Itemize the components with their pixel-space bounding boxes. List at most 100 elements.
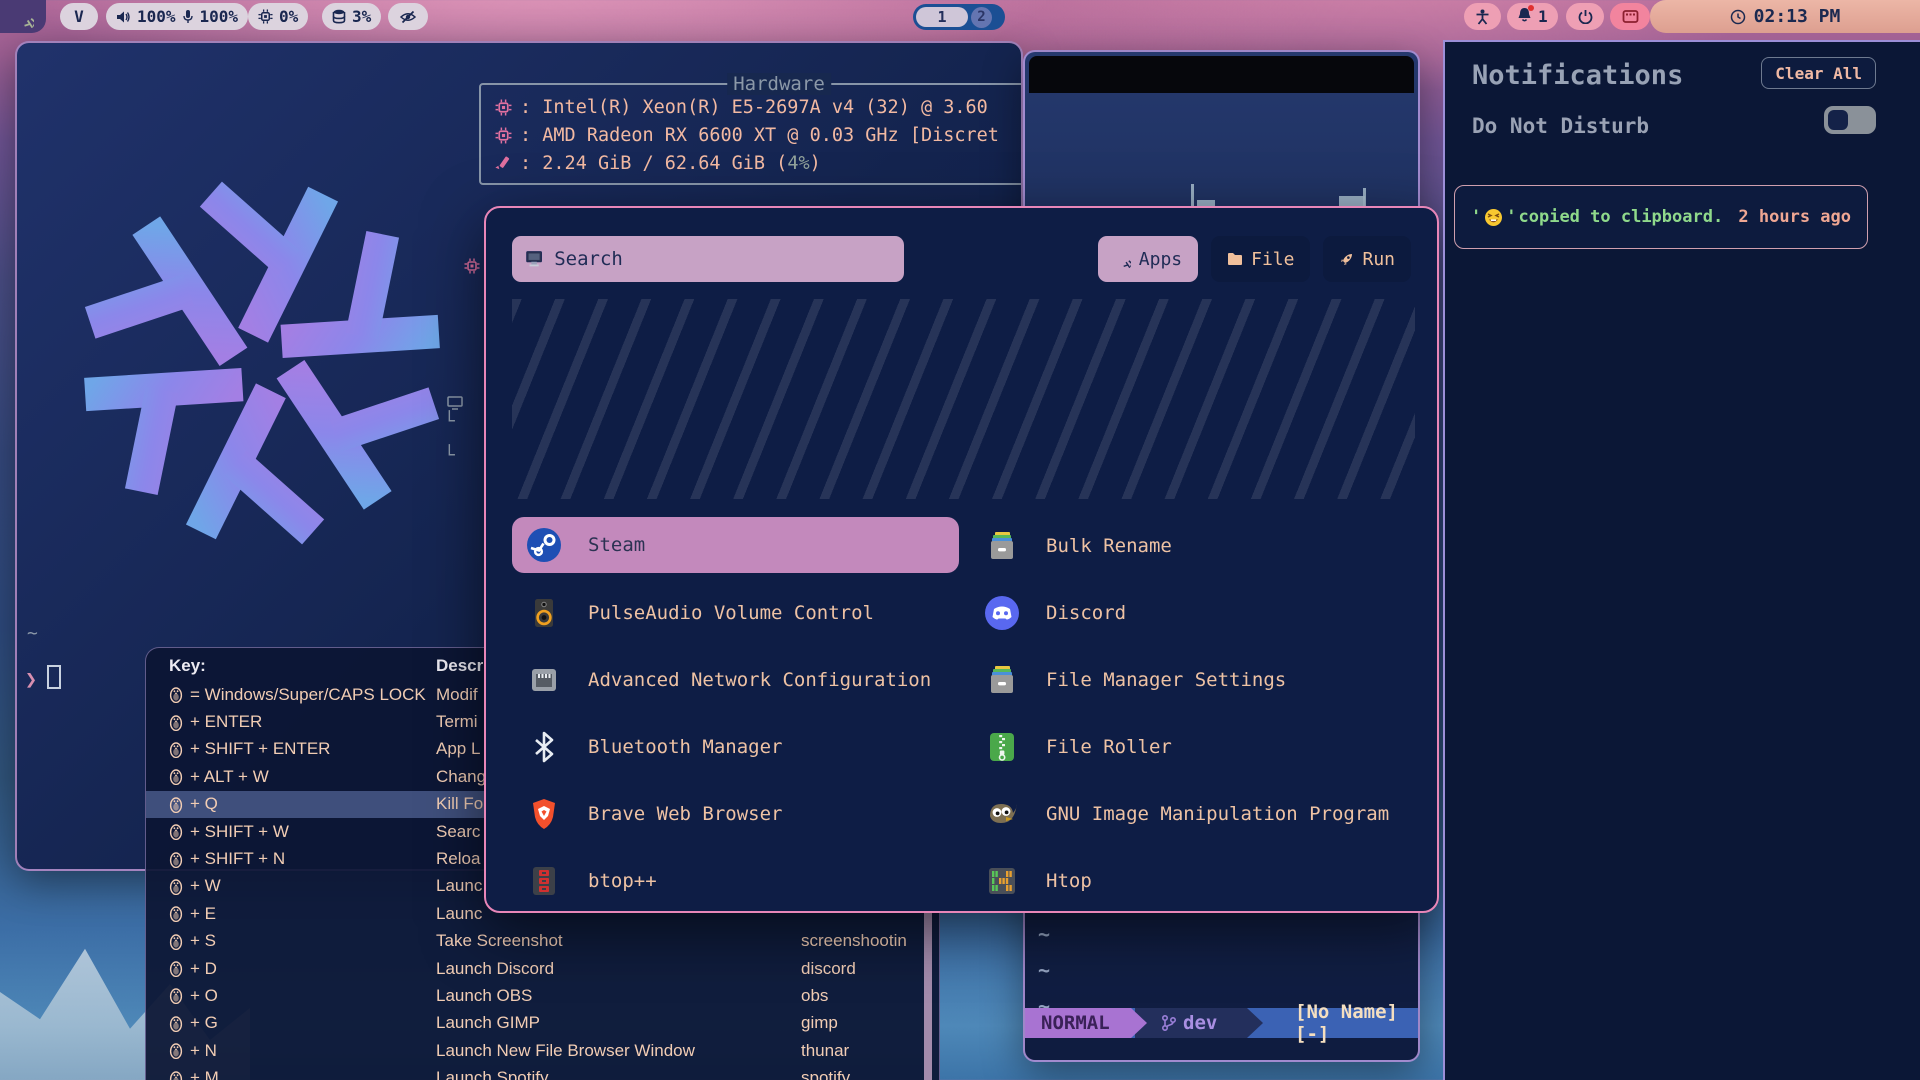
monogram-widget[interactable]: V: [60, 3, 98, 30]
memory-stack-icon: [332, 9, 346, 24]
clock-widget[interactable]: 02:13 PM: [1650, 0, 1920, 33]
brave-icon: [526, 796, 562, 832]
fetch-box-title: Hardware: [727, 73, 831, 95]
vim-mode-segment: NORMAL: [1025, 1008, 1147, 1038]
dnd-toggle-knob: [1828, 110, 1848, 130]
chip-fragment-icon: [464, 258, 480, 274]
gpu-icon: [495, 127, 512, 144]
workspace-1-button[interactable]: 1: [916, 7, 968, 27]
app-item-network[interactable]: Advanced Network Configuration: [512, 646, 970, 713]
app-item-bluetooth[interactable]: Bluetooth Manager: [512, 713, 970, 780]
app-label: GNU Image Manipulation Program: [1046, 803, 1389, 825]
git-branch-icon: [1161, 1014, 1177, 1032]
laughing-emoji-icon: [1484, 208, 1503, 227]
gimp-icon: [984, 796, 1020, 832]
tab-apps[interactable]: Apps: [1098, 236, 1198, 282]
tab-run[interactable]: Run: [1323, 236, 1411, 282]
app-item-pulseaudio[interactable]: PulseAudio Volume Control: [512, 579, 970, 646]
nix-menu-button[interactable]: [0, 0, 46, 33]
app-item-file-roller[interactable]: File Roller: [970, 713, 1415, 780]
shell-cursor[interactable]: [47, 665, 61, 689]
app-item-bulk-rename[interactable]: Bulk Rename: [970, 512, 1415, 579]
notifications-widget[interactable]: 1: [1507, 3, 1558, 30]
fetch-cpu-line: : Intel(R) Xeon(R) E5-2697A v4 (32) @ 3.…: [520, 97, 988, 118]
cpu-value: 0%: [279, 7, 298, 26]
power-widget[interactable]: [1566, 3, 1604, 30]
notification-card[interactable]: ' ' copied to clipboard. 2 hours ago: [1454, 185, 1868, 249]
app-item-steam[interactable]: Steam: [512, 517, 959, 573]
discord-icon: [984, 595, 1020, 631]
microphone-icon: [182, 9, 194, 24]
wallpaper-preview: [512, 299, 1415, 499]
btop-icon: [526, 863, 562, 899]
tux-icon: [169, 686, 183, 703]
keybinds-header-key: Key:: [169, 656, 206, 676]
eye-off-icon: [400, 10, 416, 24]
tree-fragment: └: [444, 445, 455, 466]
cpu-icon: [258, 9, 273, 24]
nix-snowflake-icon: [12, 6, 34, 28]
clear-all-button[interactable]: Clear All: [1761, 57, 1876, 89]
tux-icon: [169, 987, 183, 1004]
bluetooth-icon: [526, 729, 562, 765]
tux-icon: [169, 933, 183, 950]
app-item-btop[interactable]: btop++: [512, 847, 970, 913]
keybind-row: + MLaunch Spotifyspotify: [146, 1064, 939, 1080]
app-label: Htop: [1046, 870, 1092, 892]
app-launcher-window: Apps File Run Steam: [484, 206, 1439, 913]
app-grid: Steam Bulk Rename PulseAudio Volume Cont…: [512, 512, 1415, 913]
dnd-toggle[interactable]: [1824, 106, 1876, 134]
computer-icon: [524, 248, 544, 270]
tux-icon: [169, 1015, 183, 1032]
search-input[interactable]: [554, 248, 892, 270]
run-rocket-icon: [1339, 252, 1354, 267]
vim-branch-segment: dev: [1135, 1008, 1263, 1038]
app-label: File Manager Settings: [1046, 669, 1286, 691]
workspace-2-button[interactable]: 2: [971, 7, 992, 28]
ethernet-icon: [526, 662, 562, 698]
tux-icon: [169, 878, 183, 895]
notification-message: ' ' copied to clipboard.: [1471, 207, 1723, 227]
memory-icon: [495, 155, 512, 172]
bell-icon: [1517, 7, 1532, 27]
launcher-header: Apps File Run: [486, 208, 1437, 299]
power-icon: [1578, 9, 1593, 24]
vim-file-segment: [No Name] [-]: [1295, 1008, 1418, 1038]
vim-tilde: ~: [1038, 958, 1050, 982]
app-item-file-manager-settings[interactable]: File Manager Settings: [970, 646, 1415, 713]
tab-file[interactable]: File: [1211, 236, 1310, 282]
audio-widget[interactable]: 100% 100%: [106, 3, 248, 30]
accessibility-widget[interactable]: [1464, 3, 1501, 30]
app-label: Brave Web Browser: [588, 803, 782, 825]
speaker-icon: [526, 595, 562, 631]
keybind-row: + GLaunch GIMPgimp: [146, 1010, 939, 1037]
desktop: { "topbar": { "monogram": "V", "volume":…: [0, 0, 1920, 1080]
keybind-row: + DLaunch Discorddiscord: [146, 955, 939, 982]
file-cabinet-icon: [984, 528, 1020, 564]
cpu-widget[interactable]: 0%: [248, 3, 308, 30]
window-icon: [1622, 9, 1639, 24]
search-input-wrap[interactable]: [512, 236, 904, 282]
screenshot-widget[interactable]: [1610, 3, 1650, 30]
app-item-brave[interactable]: Brave Web Browser: [512, 780, 970, 847]
app-label: btop++: [588, 870, 657, 892]
fetch-mem-line: : 2.24 GiB / 62.64 GiB (4%): [520, 153, 821, 174]
app-item-gimp[interactable]: GNU Image Manipulation Program: [970, 780, 1415, 847]
nixos-logo: [62, 163, 462, 563]
app-label: PulseAudio Volume Control: [588, 602, 874, 624]
app-item-discord[interactable]: Discord: [970, 579, 1415, 646]
bell-count: 1: [1538, 7, 1548, 26]
tux-icon: [169, 714, 183, 731]
ram-widget[interactable]: 3%: [322, 3, 381, 30]
app-label: Bulk Rename: [1046, 535, 1172, 557]
app-item-htop[interactable]: Htop: [970, 847, 1415, 913]
idle-inhibitor-widget[interactable]: [388, 3, 428, 30]
monitor-fragment-icon: [447, 395, 463, 411]
dnd-label: Do Not Disturb: [1472, 114, 1649, 138]
volume-value: 100%: [137, 7, 176, 26]
workspaces-widget: 1 2: [913, 4, 1005, 30]
notifications-panel: Notifications Clear All Do Not Disturb '…: [1443, 40, 1920, 1080]
tux-icon: [169, 768, 183, 785]
folder-icon: [1227, 252, 1243, 266]
keybind-row: + NLaunch New File Browser Windowthunar: [146, 1037, 939, 1064]
